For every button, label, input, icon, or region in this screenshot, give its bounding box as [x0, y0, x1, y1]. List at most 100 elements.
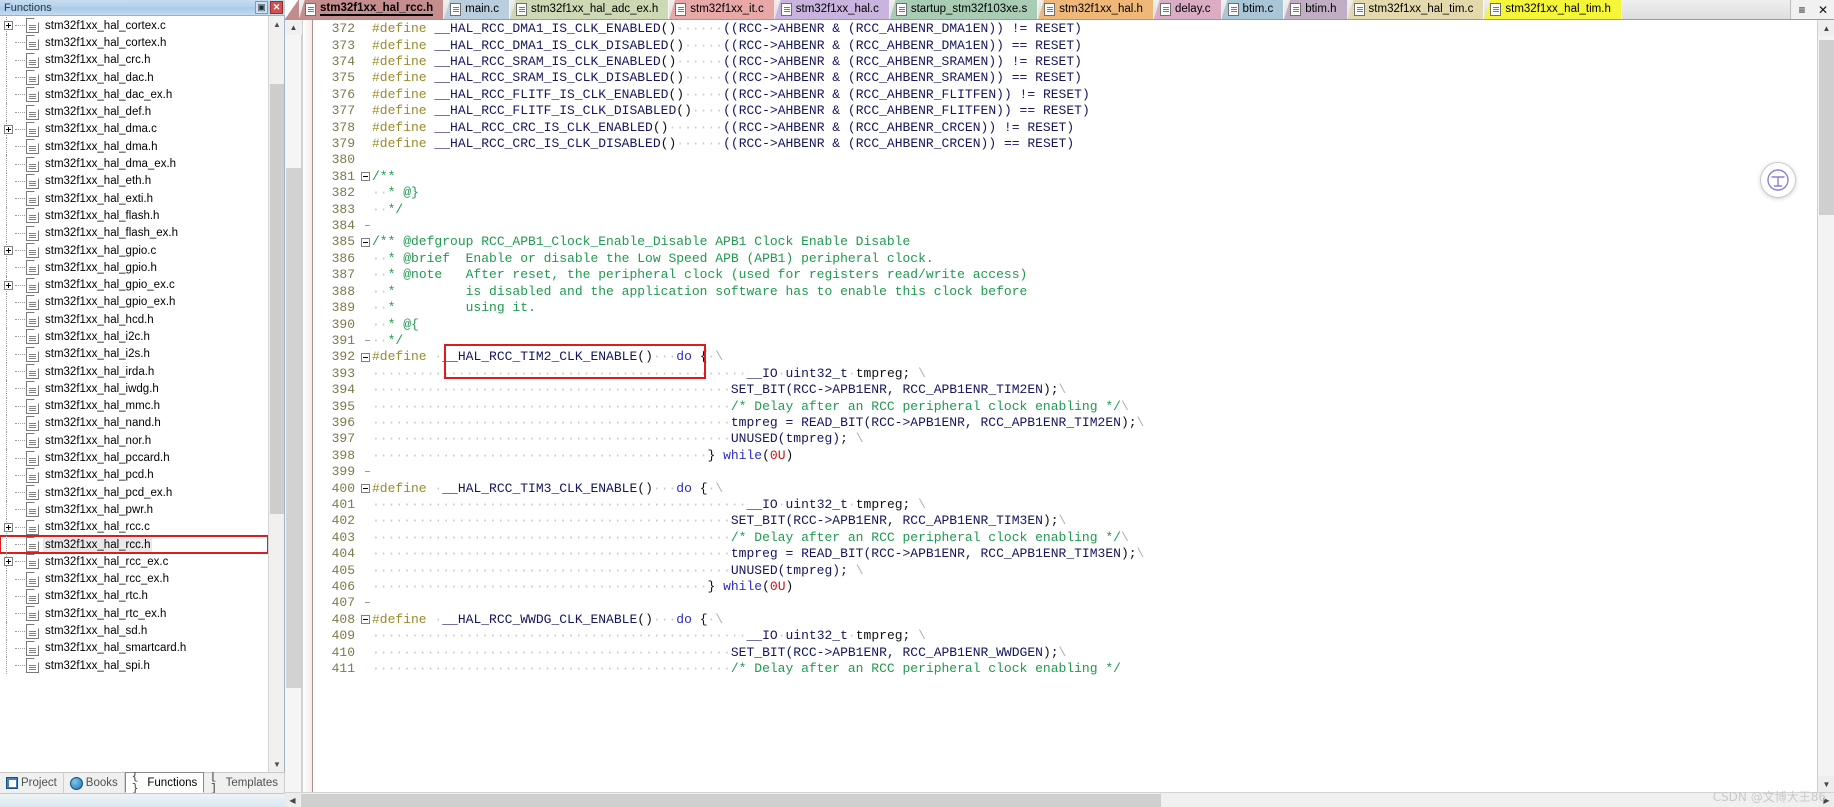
- expand-icon[interactable]: [2, 519, 15, 536]
- tree-item[interactable]: stm32f1xx_hal_rtc_ex.h: [0, 605, 268, 623]
- code-line[interactable]: 407: [313, 595, 1144, 611]
- tab-project[interactable]: Project: [0, 773, 64, 793]
- tree-scroll-thumb[interactable]: [270, 84, 284, 514]
- fold-toggle-icon[interactable]: [359, 172, 372, 182]
- tree-item[interactable]: stm32f1xx_hal_pcd.h: [0, 466, 268, 485]
- editor-tab[interactable]: stm32f1xx_hal_adc_ex.h: [510, 0, 670, 19]
- code-line[interactable]: 406 ·····································…: [313, 579, 1144, 595]
- tree-item[interactable]: stm32f1xx_hal_gpio_ex.c: [0, 276, 268, 294]
- tree-item[interactable]: stm32f1xx_hal_gpio.h: [0, 259, 268, 277]
- code-line[interactable]: 386 ··* @brief Enable or disable the Low …: [313, 251, 1144, 267]
- editor-tab[interactable]: stm32f1xx_hal.h: [1038, 0, 1154, 19]
- code-line[interactable]: 384: [313, 218, 1144, 234]
- tree-item[interactable]: stm32f1xx_hal_crc.h: [0, 51, 268, 69]
- tab-templates[interactable]: [ ] Templates: [204, 771, 285, 795]
- code-line[interactable]: 399: [313, 464, 1144, 480]
- tree-item[interactable]: stm32f1xx_hal_rcc_ex.h: [0, 570, 268, 588]
- code-line[interactable]: 400 #define ·__HAL_RCC_TIM3_CLK_ENABLE()·…: [313, 480, 1144, 496]
- code-line[interactable]: 381 /**: [313, 169, 1144, 185]
- editor-tab[interactable]: stm32f1xx_hal_tim.h: [1484, 0, 1622, 19]
- editor-horizontal-scrollbar[interactable]: ◀ ▶: [285, 792, 1834, 807]
- expand-icon[interactable]: [2, 277, 15, 294]
- editor-tab[interactable]: stm32f1xx_it.c: [669, 0, 775, 19]
- code-line[interactable]: 393 ·····································…: [313, 366, 1144, 382]
- scroll-up-icon[interactable]: ▲: [285, 20, 302, 35]
- code-line[interactable]: 408 #define ·__HAL_RCC_WWDG_CLK_ENABLE()·…: [313, 612, 1144, 628]
- close-icon[interactable]: ✕: [270, 1, 283, 14]
- tree-item[interactable]: stm32f1xx_hal_iwdg.h: [0, 380, 268, 398]
- assistant-icon[interactable]: [1760, 162, 1796, 198]
- scroll-left-icon[interactable]: ◀: [285, 792, 300, 807]
- expand-icon[interactable]: [2, 242, 15, 259]
- left-panel-tabs[interactable]: Project Books { } Functions [ ] Templates: [0, 771, 285, 795]
- tree-item[interactable]: stm32f1xx_hal_cortex.c: [0, 17, 268, 35]
- tree-scrollbar[interactable]: ▲ ▼: [268, 16, 284, 772]
- editor-tab[interactable]: main.c: [444, 0, 511, 19]
- code-line[interactable]: 372 #define __HAL_RCC_DMA1_IS_CLK_ENABLED…: [313, 21, 1144, 37]
- tree-item[interactable]: stm32f1xx_hal_spi.h: [0, 656, 268, 675]
- code-line[interactable]: 390 ··* @{: [313, 316, 1144, 332]
- tree-item[interactable]: stm32f1xx_hal_irda.h: [0, 362, 268, 381]
- scroll-up-icon[interactable]: ▲: [1818, 20, 1834, 36]
- fold-toggle-icon[interactable]: [359, 484, 372, 494]
- tab-list-dropdown-icon[interactable]: ≡: [1794, 3, 1810, 17]
- tree-item[interactable]: stm32f1xx_hal_dma.c: [0, 120, 268, 139]
- code-line[interactable]: 398 ·····································…: [313, 448, 1144, 464]
- code-line[interactable]: 389 ··* using it.: [313, 300, 1144, 316]
- tree-item[interactable]: stm32f1xx_hal_pccard.h: [0, 449, 268, 467]
- code-line[interactable]: 402 ·····································…: [313, 513, 1144, 529]
- tree-item[interactable]: stm32f1xx_hal_gpio.c: [0, 241, 268, 260]
- code-line[interactable]: 411 ·····································…: [313, 661, 1144, 677]
- functions-tree[interactable]: stm32f1xx_hal_cortex.c stm32f1xx_hal_cort…: [0, 16, 269, 772]
- tree-item[interactable]: stm32f1xx_hal_dma.h: [0, 138, 268, 156]
- code-line[interactable]: 404 ·····································…: [313, 546, 1145, 562]
- editor-tab[interactable]: stm32f1xx_hal.c: [774, 0, 890, 19]
- expand-icon[interactable]: [2, 553, 15, 570]
- tree-item[interactable]: stm32f1xx_hal_pwr.h: [0, 501, 268, 519]
- code-line[interactable]: 379 #define __HAL_RCC_CRC_IS_CLK_DISABLED…: [313, 136, 1144, 152]
- editor-tabbar[interactable]: stm32f1xx_hal_rcc.h main.c stm32f1xx_hal_a…: [285, 0, 1834, 20]
- code-line[interactable]: 410 ·····································…: [313, 644, 1144, 660]
- editor-tab[interactable]: startup_stm32f103xe.s: [889, 0, 1039, 19]
- editor-left-scroll-thumb[interactable]: [286, 168, 301, 688]
- tab-close-icon[interactable]: ✕: [1815, 3, 1831, 17]
- code-line[interactable]: 378 #define __HAL_RCC_CRC_IS_CLK_ENABLED(…: [313, 119, 1144, 135]
- pin-icon[interactable]: ▣: [255, 1, 268, 14]
- tree-item[interactable]: stm32f1xx_hal_dac_ex.h: [0, 86, 268, 104]
- tree-item[interactable]: stm32f1xx_hal_flash_ex.h: [0, 224, 268, 242]
- code-line[interactable]: 375 #define __HAL_RCC_SRAM_IS_CLK_DISABLE…: [313, 70, 1144, 86]
- code-line[interactable]: 392 #define ·__HAL_RCC_TIM2_CLK_ENABLE()·…: [313, 349, 1144, 365]
- tree-item[interactable]: stm32f1xx_hal_eth.h: [0, 172, 268, 190]
- code-line[interactable]: 373 #define __HAL_RCC_DMA1_IS_CLK_DISABLE…: [313, 37, 1144, 53]
- code-line[interactable]: 405 ·····································…: [313, 562, 1144, 578]
- tree-item[interactable]: stm32f1xx_hal_flash.h: [0, 207, 268, 225]
- code-line[interactable]: 409 ·····································…: [313, 628, 1144, 644]
- code-line[interactable]: 383 ··*/: [313, 201, 1144, 217]
- tree-item[interactable]: stm32f1xx_hal_i2s.h: [0, 345, 268, 363]
- editor-left-scroll[interactable]: ▲: [285, 20, 302, 792]
- tree-item[interactable]: stm32f1xx_hal_nand.h: [0, 414, 268, 433]
- tree-item[interactable]: stm32f1xx_hal_dma_ex.h: [0, 155, 268, 173]
- fold-toggle-icon[interactable]: [359, 615, 372, 625]
- tree-item[interactable]: stm32f1xx_hal_def.h: [0, 103, 268, 121]
- tree-item[interactable]: stm32f1xx_hal_pcd_ex.h: [0, 484, 268, 502]
- code-scroll[interactable]: 372 #define __HAL_RCC_DMA1_IS_CLK_ENABLED…: [313, 20, 1817, 792]
- code-line[interactable]: 376 #define __HAL_RCC_FLITF_IS_CLK_ENABLE…: [313, 87, 1144, 103]
- editor-tab[interactable]: btim.h: [1284, 0, 1348, 19]
- tab-books[interactable]: Books: [64, 773, 125, 793]
- tree-item[interactable]: stm32f1xx_hal_hcd.h: [0, 311, 268, 329]
- tree-item[interactable]: stm32f1xx_hal_dac.h: [0, 68, 268, 87]
- fold-toggle-icon[interactable]: [359, 352, 372, 362]
- editor-vertical-scrollbar[interactable]: ▲ ▼: [1817, 20, 1834, 792]
- scroll-up-icon[interactable]: ▲: [269, 16, 284, 32]
- code-line[interactable]: 385 /** @defgroup RCC_APB1_Clock_Enable_D…: [313, 234, 1144, 250]
- code-line[interactable]: 377 #define __HAL_RCC_FLITF_IS_CLK_DISABL…: [313, 103, 1144, 119]
- code-line[interactable]: 374 #define __HAL_RCC_SRAM_IS_CLK_ENABLED…: [313, 54, 1144, 70]
- editor-scroll-thumb[interactable]: [1819, 40, 1834, 215]
- editor-tab[interactable]: btim.c: [1221, 0, 1285, 19]
- code-line[interactable]: 397 ·····································…: [313, 431, 1144, 447]
- tree-item[interactable]: stm32f1xx_hal_rcc.h: [0, 534, 269, 555]
- code-line[interactable]: 395 ·····································…: [313, 398, 1144, 414]
- tree-item[interactable]: stm32f1xx_hal_smartcard.h: [0, 639, 268, 657]
- code-line[interactable]: 388 ··* is disabled and the application s…: [313, 284, 1144, 300]
